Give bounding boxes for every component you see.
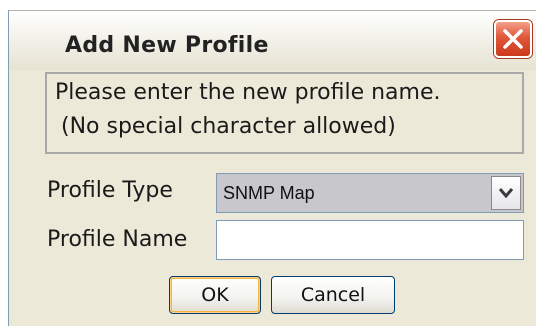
add-profile-dialog: Add New Profile Please enter the new pro…: [0, 0, 536, 326]
profile-name-label: Profile Name: [47, 227, 188, 252]
close-button[interactable]: [494, 20, 532, 58]
profile-type-select[interactable]: SNMP Map: [216, 173, 524, 213]
profile-type-value: SNMP Map: [223, 183, 315, 203]
cancel-button[interactable]: Cancel: [271, 276, 395, 314]
profile-type-label: Profile Type: [47, 178, 173, 203]
dropdown-button[interactable]: [491, 176, 521, 210]
instruction-box: Please enter the new profile name. (No s…: [45, 72, 524, 154]
close-icon: [503, 29, 523, 49]
instruction-line-1: Please enter the new profile name.: [55, 80, 441, 105]
title-bar[interactable]: Add New Profile: [9, 10, 536, 70]
top-margin: [0, 0, 536, 10]
left-margin: [0, 10, 8, 326]
dialog-title: Add New Profile: [65, 33, 269, 58]
ok-button[interactable]: OK: [169, 276, 261, 314]
chevron-down-icon: [498, 188, 514, 199]
profile-name-input[interactable]: [216, 220, 524, 260]
instruction-line-2: (No special character allowed): [61, 114, 396, 139]
